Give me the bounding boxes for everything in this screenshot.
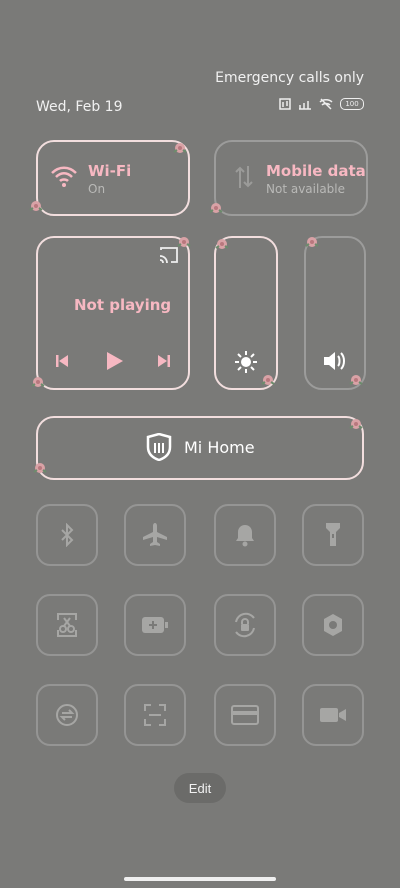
rotation-lock-icon [235,612,255,638]
bluetooth-toggle[interactable] [36,504,98,566]
screenshot-scissors-icon [57,613,77,637]
scan-icon [144,704,166,726]
mobile-data-arrows-icon [235,166,253,188]
volume-slider[interactable] [304,236,366,390]
mobile-data-tile[interactable]: Mobile data Not available [214,140,368,216]
mi-home-tile[interactable]: Mi Home [36,416,364,480]
airplane-icon [143,523,167,546]
wifi-status: On [88,182,106,196]
rose-decoration-icon [173,143,187,153]
rose-decoration-icon [177,237,191,247]
wifi-tile[interactable]: Wi-Fi On [36,140,190,216]
next-track-icon[interactable] [156,353,172,369]
rose-decoration-icon [349,375,363,385]
mobile-data-status: Not available [266,182,346,196]
rose-decoration-icon [261,375,275,385]
wifi-icon [51,166,77,187]
previous-track-icon[interactable] [54,353,70,369]
rose-decoration-icon [305,237,319,247]
sync-icon [56,704,78,726]
screen-recorder-toggle[interactable] [302,684,364,746]
status-bar-icons: 100 [279,98,364,110]
nfc-icon [279,98,291,110]
edit-button[interactable]: Edit [174,773,226,803]
rose-decoration-icon [33,463,47,473]
mobile-data-title: Mobile data [266,162,366,180]
volume-icon [324,352,345,370]
rose-decoration-icon [349,419,363,429]
flashlight-toggle[interactable] [302,504,364,566]
card-icon [231,705,259,725]
video-camera-icon [320,708,346,722]
play-icon[interactable] [104,351,124,371]
emergency-calls-text: Emergency calls only [215,70,364,86]
bell-toggle[interactable] [214,504,276,566]
bell-icon [236,525,254,547]
battery-saver-toggle[interactable] [124,594,186,656]
settings-toggle[interactable] [302,594,364,656]
brightness-slider[interactable] [214,236,278,390]
rose-decoration-icon [31,377,45,387]
airplane-toggle[interactable] [124,504,186,566]
mi-home-icon [146,433,172,461]
media-player-tile: Not playing [36,236,190,390]
signal-icon [299,101,311,110]
card-toggle[interactable] [214,684,276,746]
home-indicator[interactable] [124,877,276,881]
rotation-lock-toggle[interactable] [214,594,276,656]
scanner-toggle[interactable] [124,684,186,746]
date-text: Wed, Feb 19 [36,99,123,115]
rose-decoration-icon [29,201,43,211]
no-wifi-icon [319,98,333,110]
rose-decoration-icon [215,239,229,249]
brightness-icon [235,351,257,373]
bluetooth-icon [61,523,74,547]
mi-home-label: Mi Home [184,438,255,457]
media-status: Not playing [74,296,172,314]
screenshot-toggle[interactable] [36,594,98,656]
hexagon-settings-icon [324,614,342,636]
wifi-title: Wi-Fi [88,162,132,180]
battery-saver-icon [142,617,168,633]
battery-icon: 100 [340,98,364,110]
sync-toggle[interactable] [36,684,98,746]
flashlight-icon [326,523,340,546]
rose-decoration-icon [209,203,223,213]
